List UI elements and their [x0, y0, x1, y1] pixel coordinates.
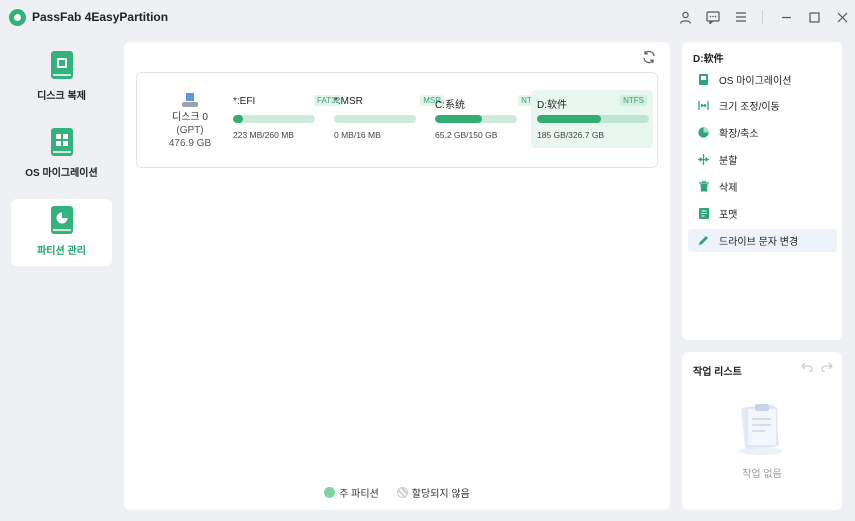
sidebar: 디스크 복제 OS 마이그레이션 파티션 관리	[0, 34, 120, 521]
disk-clone-icon	[50, 51, 73, 79]
disk-icon	[182, 93, 198, 107]
app-title: PassFab 4EasyPartition	[32, 10, 169, 24]
unallocated-swatch-icon	[396, 487, 408, 498]
sidebar-item-disk-clone[interactable]: 디스크 복제	[11, 44, 112, 111]
operations-title: D:软件	[693, 54, 724, 65]
partition-management-icon	[50, 206, 73, 234]
format-icon	[698, 208, 709, 219]
partition-usage-fill	[435, 115, 482, 123]
menu-icon[interactable]	[728, 6, 754, 28]
disk-info: 디스크 0 (GPT) 476.9 GB	[159, 93, 221, 150]
op-label: 크기 조정/이동	[719, 102, 780, 113]
os-migration-icon	[698, 74, 709, 85]
partition-legend: 주 파티션 할당되지 않음	[124, 485, 670, 500]
partition-usage-bar	[233, 115, 315, 123]
disk-size: 476.9 GB	[168, 138, 212, 149]
disk-style: (GPT)	[176, 125, 204, 136]
legend-primary: 주 파티션	[324, 485, 379, 500]
op-label: 분할	[719, 156, 738, 167]
close-icon[interactable]	[829, 6, 855, 28]
op-label: 확장/축소	[719, 129, 759, 140]
refresh-icon[interactable]	[641, 50, 657, 66]
extend-shrink-icon	[698, 127, 709, 138]
title-bar: PassFab 4EasyPartition	[0, 0, 855, 34]
legend-unallocated: 할당되지 않음	[396, 485, 470, 500]
maximize-icon[interactable]	[801, 6, 827, 28]
partition-usage-bar	[334, 115, 416, 123]
feedback-icon[interactable]	[700, 6, 726, 28]
resize-move-icon	[698, 100, 709, 111]
titlebar-divider	[762, 10, 763, 24]
partition-usage-fill	[537, 115, 601, 123]
partition-usage-bar	[435, 115, 517, 123]
partition-size: 185 GB/326.7 GB	[537, 130, 605, 140]
partition-usage-bar	[537, 115, 649, 123]
partition-size: 223 MB/260 MB	[233, 130, 294, 140]
trash-icon	[698, 181, 709, 192]
disk-map-panel: 디스크 0 (GPT) 476.9 GB *:EFI FAT32 223 MB/…	[124, 42, 670, 510]
op-format[interactable]: 포맷	[688, 202, 837, 225]
sidebar-item-label: OS 마이그레이션	[25, 168, 98, 179]
app-logo-icon	[9, 9, 26, 26]
op-label: 드라이브 문자 변경	[719, 237, 799, 248]
task-list-title: 작업 리스트	[693, 367, 742, 378]
op-label: 포맷	[719, 210, 738, 221]
operations-panel: D:软件 OS 마이그레이션 크기 조정/이동 확장/축소 분할 삭제 포맷 드…	[682, 42, 842, 340]
legend-unallocated-label: 할당되지 않음	[411, 489, 470, 500]
disk-card[interactable]: 디스크 0 (GPT) 476.9 GB *:EFI FAT32 223 MB/…	[136, 72, 658, 168]
op-resize-move[interactable]: 크기 조정/이동	[688, 94, 837, 117]
sidebar-item-label: 디스크 복제	[37, 91, 86, 102]
legend-primary-label: 주 파티션	[339, 489, 379, 500]
op-label: 삭제	[719, 183, 738, 194]
sidebar-item-partition-management[interactable]: 파티션 관리	[11, 199, 112, 266]
op-os-migration[interactable]: OS 마이그레이션	[688, 68, 837, 91]
sidebar-item-os-migration[interactable]: OS 마이그레이션	[11, 121, 112, 188]
op-extend-shrink[interactable]: 확장/축소	[688, 121, 837, 144]
primary-partition-swatch-icon	[324, 487, 336, 498]
empty-clipboard-icon	[735, 400, 787, 456]
partition-usage-fill	[233, 115, 243, 123]
partition-size: 0 MB/16 MB	[334, 130, 381, 140]
task-list-panel: 작업 리스트 작업 없음	[682, 352, 842, 510]
minimize-icon[interactable]	[773, 6, 799, 28]
partition-fs-badge: NTFS	[620, 95, 647, 106]
op-delete[interactable]: 삭제	[688, 175, 837, 198]
partition-d[interactable]: D:软件 NTFS 185 GB/326.7 GB	[531, 90, 653, 148]
partition-size: 65.2 GB/150 GB	[435, 130, 498, 140]
sidebar-item-label: 파티션 관리	[37, 246, 86, 257]
op-label: OS 마이그레이션	[719, 76, 792, 87]
window-controls	[670, 6, 855, 28]
undo-icon[interactable]	[800, 361, 814, 375]
op-split[interactable]: 분할	[688, 148, 837, 171]
pencil-icon	[698, 235, 709, 246]
account-icon[interactable]	[672, 6, 698, 28]
os-migration-icon	[50, 128, 73, 156]
redo-icon[interactable]	[820, 361, 834, 375]
task-list-empty: 작업 없음	[742, 469, 782, 480]
disk-name: 디스크 0	[172, 112, 208, 123]
op-change-drive-letter[interactable]: 드라이브 문자 변경	[688, 229, 837, 252]
split-icon	[698, 154, 709, 165]
